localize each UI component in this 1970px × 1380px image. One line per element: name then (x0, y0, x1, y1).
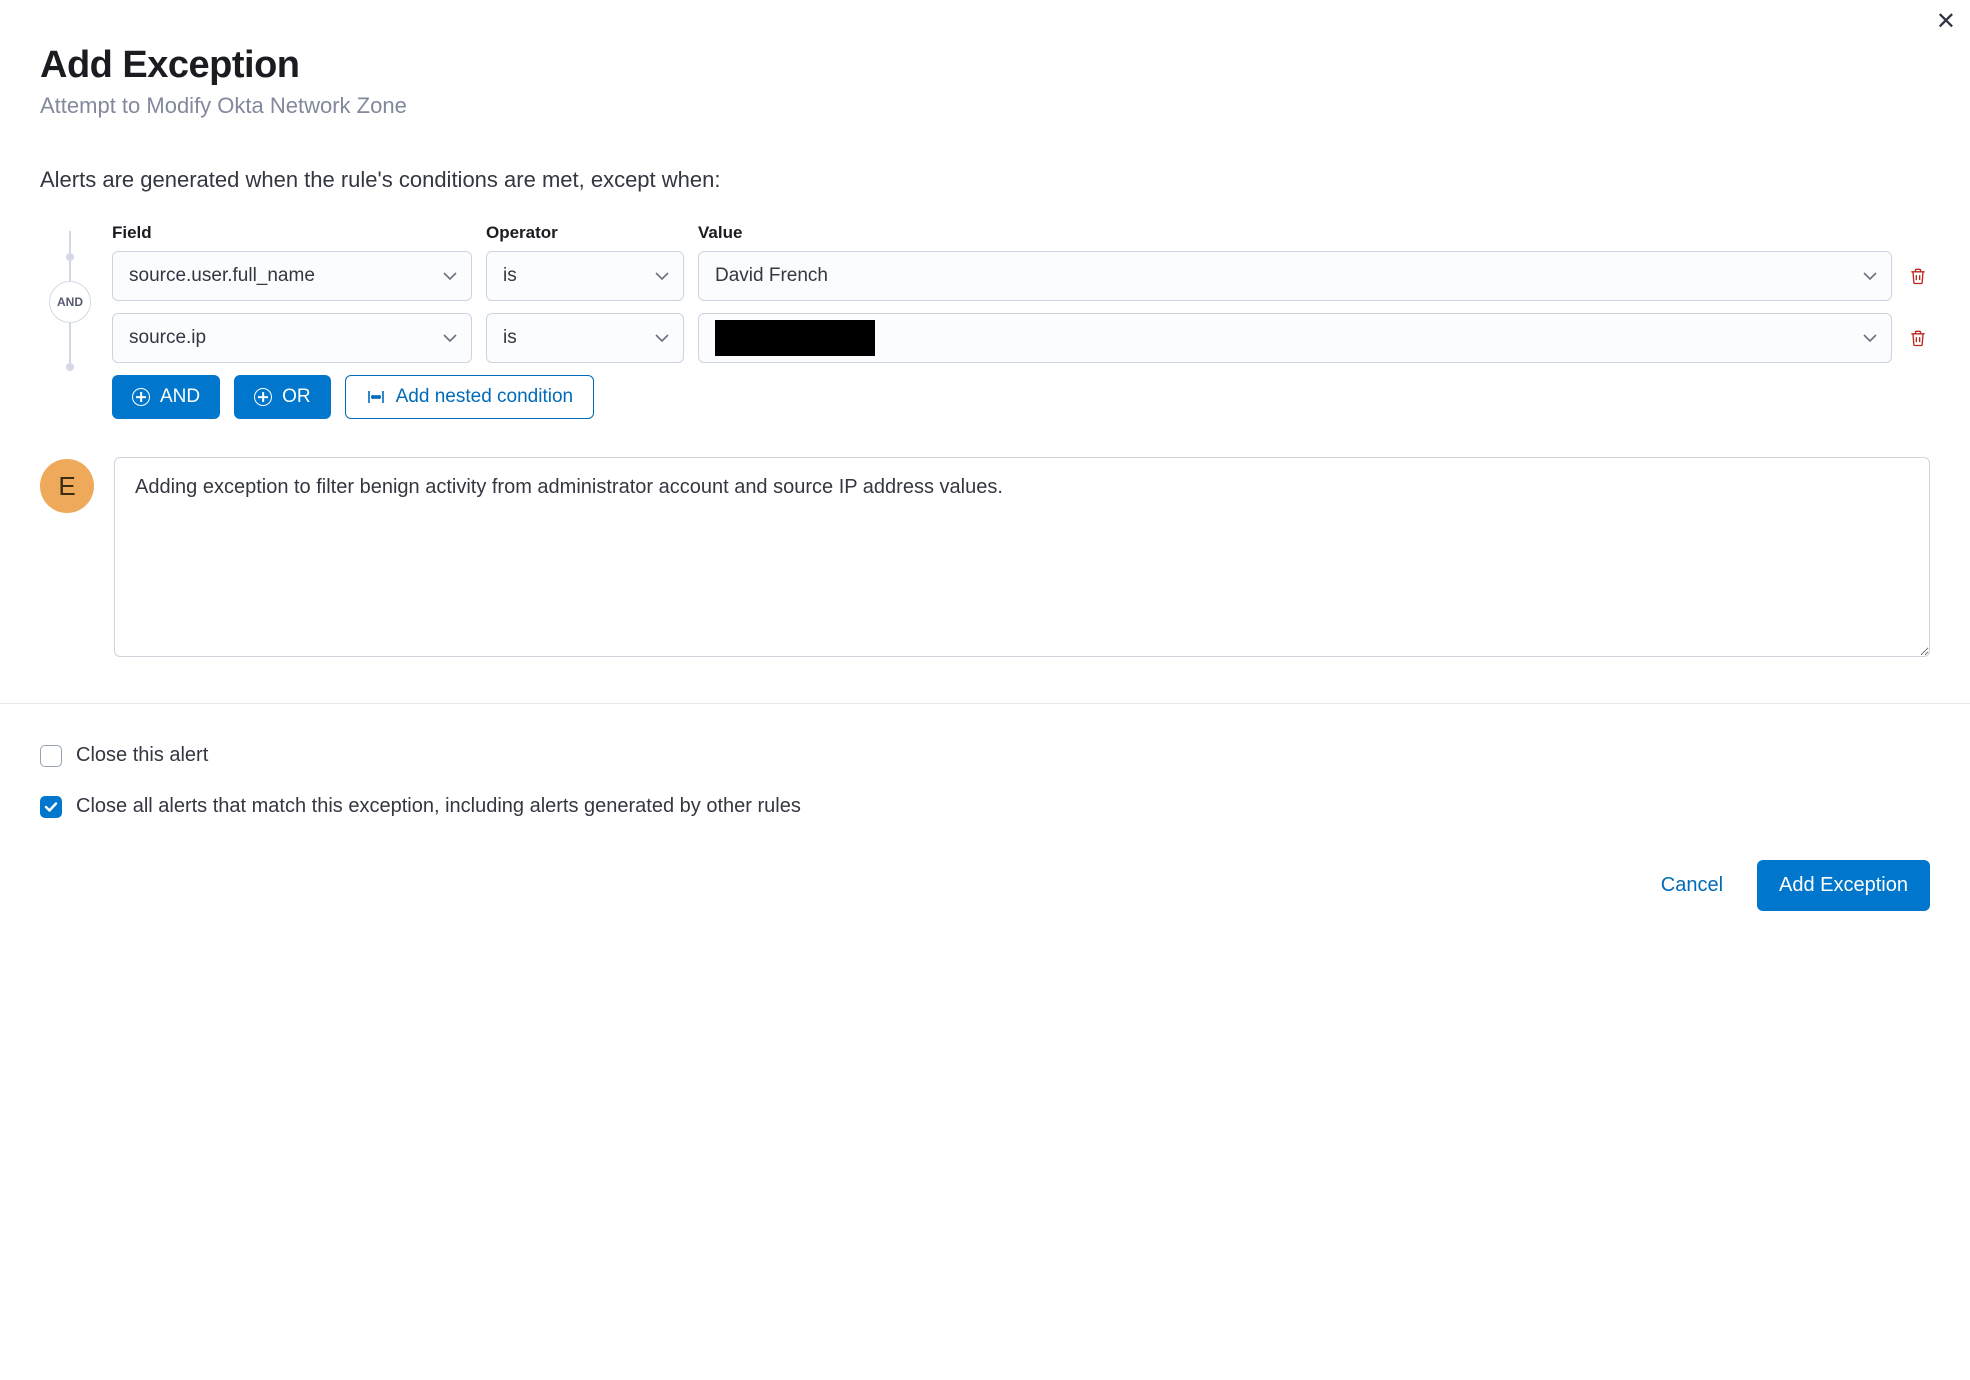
logic-badge: AND (49, 281, 91, 323)
chevron-down-icon (443, 265, 457, 287)
logic-rail: AND (40, 223, 100, 371)
chevron-down-icon (655, 327, 669, 349)
intro-text: Alerts are generated when the rule's con… (40, 167, 1930, 193)
add-exception-button[interactable]: Add Exception (1757, 860, 1930, 911)
field-value: source.ip (129, 327, 206, 349)
redacted-value (715, 320, 875, 356)
delete-condition-button[interactable] (1906, 264, 1930, 288)
check-icon (44, 801, 58, 813)
chevron-down-icon (1863, 265, 1877, 287)
header-field: Field (112, 223, 472, 243)
avatar: E (40, 459, 94, 513)
close-this-alert-row[interactable]: Close this alert (40, 744, 1930, 767)
checkbox-unchecked[interactable] (40, 745, 62, 767)
add-nested-button[interactable]: Add nested condition (345, 375, 594, 419)
close-this-label: Close this alert (76, 744, 208, 767)
operator-value: is (503, 327, 517, 349)
value-select[interactable] (698, 313, 1892, 363)
field-select[interactable]: source.user.full_name (112, 251, 472, 301)
header-operator: Operator (486, 223, 684, 243)
field-value: source.user.full_name (129, 265, 315, 287)
value-select[interactable]: David French (698, 251, 1892, 301)
operator-select[interactable]: is (486, 313, 684, 363)
nested-icon (366, 389, 386, 405)
or-label: OR (282, 386, 311, 408)
close-all-alerts-row[interactable]: Close all alerts that match this excepti… (40, 795, 1930, 818)
operator-value: is (503, 265, 517, 287)
modal-subtitle: Attempt to Modify Okta Network Zone (40, 93, 1930, 119)
modal-title: Add Exception (40, 44, 1930, 87)
field-select[interactable]: source.ip (112, 313, 472, 363)
condition-row: source.ip is (112, 313, 1930, 363)
checkbox-checked[interactable] (40, 796, 62, 818)
comment-textarea[interactable]: Adding exception to filter benign activi… (114, 457, 1930, 657)
cancel-button[interactable]: Cancel (1655, 873, 1729, 898)
value-text: David French (715, 265, 828, 287)
divider (0, 703, 1970, 704)
operator-select[interactable]: is (486, 251, 684, 301)
close-all-label: Close all alerts that match this excepti… (76, 795, 801, 818)
close-icon[interactable]: ✕ (1936, 10, 1956, 34)
plus-circle-icon (132, 388, 150, 406)
chevron-down-icon (655, 265, 669, 287)
add-and-button[interactable]: AND (112, 375, 220, 419)
chevron-down-icon (1863, 327, 1877, 349)
header-value: Value (698, 223, 1892, 243)
add-exception-modal: ✕ Add Exception Attempt to Modify Okta N… (0, 0, 1970, 941)
delete-condition-button[interactable] (1906, 326, 1930, 350)
and-label: AND (160, 386, 200, 408)
chevron-down-icon (443, 327, 457, 349)
condition-builder: AND Field Operator Value source.user.ful… (40, 223, 1930, 419)
plus-circle-icon (254, 388, 272, 406)
add-or-button[interactable]: OR (234, 375, 331, 419)
condition-row: source.user.full_name is David French (112, 251, 1930, 301)
nested-label: Add nested condition (396, 386, 573, 408)
